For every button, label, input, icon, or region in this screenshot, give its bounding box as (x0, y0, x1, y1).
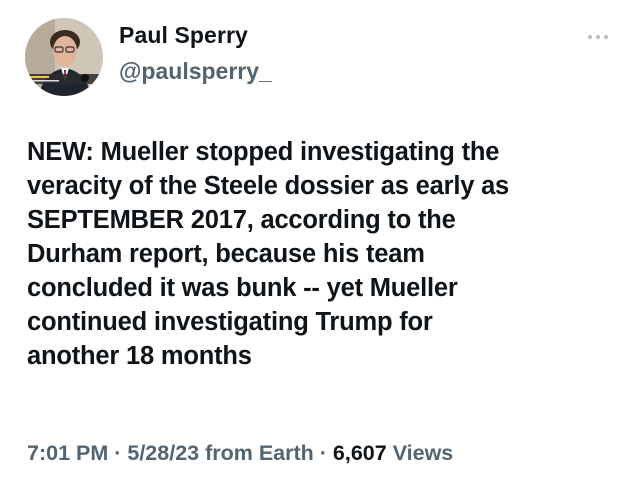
avatar[interactable] (25, 18, 103, 96)
tweet-meta: 7:01 PM · 5/28/23 from Earth · 6,607 Vie… (27, 441, 453, 466)
tweet-source: from Earth (199, 441, 314, 465)
views-count[interactable]: 6,607 (333, 441, 387, 465)
timestamp-time[interactable]: 7:01 PM (27, 441, 108, 465)
tweet-text: NEW: Mueller stopped investigating the v… (27, 138, 510, 370)
separator: · (313, 441, 333, 465)
display-name[interactable]: Paul Sperry (119, 22, 248, 49)
timestamp-date[interactable]: 5/28/23 (127, 441, 199, 465)
handle[interactable]: @paulsperry_ (119, 58, 272, 85)
more-horizontal-icon[interactable] (585, 30, 611, 44)
separator: · (108, 441, 128, 465)
avatar-photo (25, 18, 103, 96)
views-label: Views (386, 441, 454, 465)
